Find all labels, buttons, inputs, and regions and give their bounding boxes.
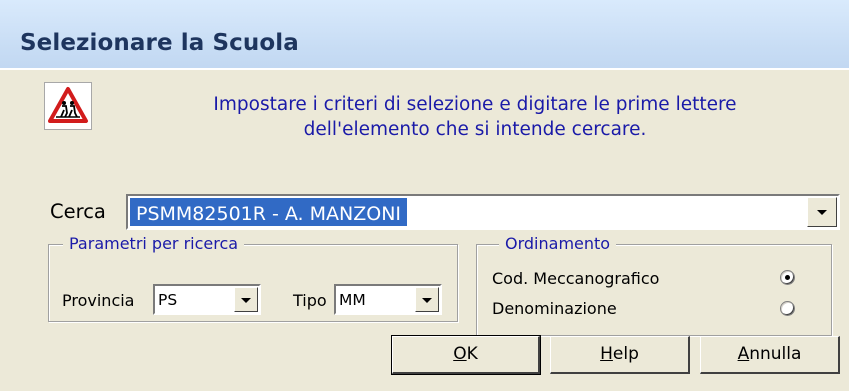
ok-button[interactable]: OK: [391, 335, 541, 375]
window-title: Selezionare la Scuola: [20, 30, 299, 56]
ok-label-rest: K: [466, 344, 478, 364]
instruction-line-1: Impostare i criteri di selezione e digit…: [213, 94, 737, 115]
children-crossing-warning-icon: [44, 82, 92, 130]
help-label-rest: elp: [612, 344, 639, 364]
annulla-button[interactable]: Annulla: [700, 336, 840, 374]
tipo-value[interactable]: MM: [338, 288, 366, 311]
provincia-label: Provincia: [62, 291, 135, 310]
search-label: Cerca: [50, 200, 106, 223]
chevron-down-icon[interactable]: [234, 287, 258, 312]
annulla-label-rest: nnulla: [749, 344, 802, 364]
instruction-line-2: dell'elemento che si intende cercare.: [303, 119, 647, 140]
search-combobox[interactable]: PSMM82501R - A. MANZONI: [126, 194, 840, 230]
provincia-value[interactable]: PS: [157, 288, 177, 311]
provincia-select[interactable]: PS: [153, 284, 261, 315]
parametri-group-title: Parametri per ricerca: [63, 234, 245, 254]
help-accel: H: [600, 344, 613, 364]
chevron-down-icon[interactable]: [807, 197, 837, 227]
option-denominazione-label[interactable]: Denominazione: [492, 299, 617, 318]
annulla-accel: A: [737, 344, 750, 364]
search-value[interactable]: PSMM82501R - A. MANZONI: [130, 198, 408, 226]
instruction-text: Impostare i criteri di selezione e digit…: [160, 92, 790, 142]
dialog-window: Selezionare la Scuola Impostare i criter…: [0, 0, 849, 391]
help-button[interactable]: Help: [550, 336, 690, 374]
radio-denominazione[interactable]: [780, 301, 795, 316]
tipo-select[interactable]: MM: [334, 284, 442, 315]
option-cod-meccanografico-label[interactable]: Cod. Meccanografico: [492, 269, 659, 288]
ok-accel: O: [453, 344, 467, 364]
tipo-label: Tipo: [293, 291, 327, 310]
ordinamento-group: Ordinamento: [476, 234, 832, 336]
ordinamento-group-title: Ordinamento: [499, 234, 617, 254]
radio-cod-meccanografico[interactable]: [780, 270, 795, 285]
chevron-down-icon[interactable]: [415, 287, 439, 312]
